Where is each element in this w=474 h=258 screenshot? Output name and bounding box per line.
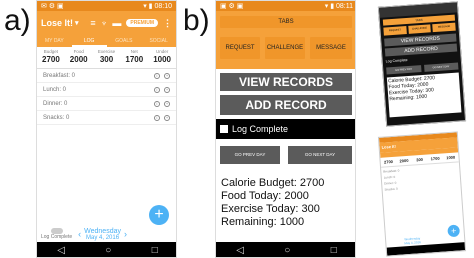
summary-label: Net [130, 49, 138, 54]
go-prev-day-button[interactable]: GO PREV DAY [220, 146, 280, 164]
meal-row-snacks[interactable]: Snacks: 0 i + [37, 111, 176, 125]
app-bar: Lose It! ▾ ≡ ♆ ▬ PREMIUM ⋮ [37, 11, 176, 35]
day-name: Wednesday [84, 227, 121, 235]
back-icon[interactable]: ◁ [236, 245, 244, 256]
log-complete-checkbox[interactable] [220, 125, 228, 133]
request-button[interactable]: REQUEST [220, 37, 260, 59]
filter-icon[interactable]: ≡ [90, 18, 95, 28]
status-bar: ▣ ⚙ ▣ ▾ ▮ 08:11 [216, 1, 355, 11]
summary-label: Food [73, 49, 84, 54]
mini-summary-value: 1000 [446, 154, 456, 161]
calorie-info: Calorie Budget: 2700 Food Today: 2000 Ex… [221, 177, 324, 229]
add-fab-button[interactable]: + [149, 205, 169, 225]
add-icon[interactable]: + [164, 114, 170, 121]
panel-label-a: a) [4, 4, 31, 37]
summary-label: Under [155, 49, 169, 54]
summary-value: 2700 [42, 55, 60, 64]
next-day-icon[interactable]: › [124, 229, 127, 239]
recents-icon[interactable]: □ [152, 245, 158, 256]
status-time: ▾ ▮ 08:11 [324, 3, 353, 10]
summary-value: 300 [99, 55, 114, 64]
status-bar: ✉ ⚙ ▣ ▾ ▮ 08:10 [37, 1, 176, 11]
status-time: ▾ ▮ 08:10 [143, 3, 172, 10]
mini-summary-value: 2000 [399, 157, 409, 164]
notification-icons: ✉ ⚙ ▣ [41, 3, 64, 10]
notification-icons: ▣ ⚙ ▣ [220, 3, 244, 10]
panel-label-b: b) [183, 4, 210, 37]
meal-label: Lunch: 0 [43, 86, 67, 93]
mini-challenge: CHALLENGE [407, 24, 432, 34]
dropdown-icon[interactable]: ▾ [75, 19, 79, 27]
tab-goals[interactable]: GOALS [107, 35, 142, 47]
go-next-day-button[interactable]: GO NEXT DAY [288, 146, 352, 164]
app-title: Lose It! [41, 18, 74, 28]
meal-row-lunch[interactable]: Lunch: 0 i + [37, 83, 176, 97]
message-button[interactable]: MESSAGE [310, 37, 352, 59]
phone-a-screen: ✉ ⚙ ▣ ▾ ▮ 08:10 Lose It! ▾ ≡ ♆ ▬ PREMIUM… [36, 0, 177, 258]
info-icon[interactable]: i [154, 114, 160, 121]
tab-my-day[interactable]: MY DAY [37, 35, 72, 47]
summary-value: 1000 [153, 55, 171, 64]
chat-icon[interactable]: ▬ [112, 18, 121, 28]
tabs-header-button[interactable]: TABS [220, 16, 352, 28]
challenge-button[interactable]: CHALLENGE [265, 37, 305, 59]
back-icon[interactable]: ◁ [57, 245, 65, 256]
view-records-button[interactable]: VIEW RECORDS [220, 73, 352, 91]
tab-social[interactable]: SOCIAL [141, 35, 176, 47]
prev-day-icon[interactable]: ‹ [78, 229, 81, 239]
summary-value: 1700 [125, 55, 144, 64]
mini-request: REQUEST [383, 26, 407, 36]
food-today-text: Food Today: 2000 [221, 190, 309, 202]
phone-b-screen: ▣ ⚙ ▣ ▾ ▮ 08:11 TABS REQUEST CHALLENGE M… [215, 0, 356, 258]
log-complete-label: Log Complete [232, 124, 289, 134]
exercise-today-text: Exercise Today: 300 [221, 203, 320, 215]
meal-label: Dinner: 0 [43, 100, 68, 107]
home-icon[interactable]: ○ [284, 245, 290, 256]
calorie-summary: Budget 2700 Food 2000 Exercise 300 Net 1700 … [37, 47, 176, 69]
trophy-icon[interactable]: ♆ [101, 18, 108, 28]
nav-bar: ◁ ○ □ [37, 242, 176, 257]
info-icon[interactable]: i [154, 100, 160, 107]
log-complete-row[interactable]: Log Complete [216, 119, 355, 139]
add-icon[interactable]: + [164, 86, 170, 93]
mini-next-day: GO NEXT DAY [423, 62, 459, 72]
mini-phone-b: TABS REQUEST CHALLENGE MESSAGE VIEW RECO… [377, 1, 467, 127]
mini-phone-a: Lose It! 2700 2000 300 1700 1000 Breakfa… [377, 131, 467, 257]
add-record-button[interactable]: ADD RECORD [220, 95, 352, 115]
summary-label: Budget [43, 49, 59, 54]
mini-summary-value: 300 [416, 156, 424, 163]
meal-label: Breakfast: 0 [43, 72, 76, 79]
mini-info: Calorie Budget: 2700 Food Today: 2000 Ex… [386, 72, 462, 118]
remaining-text: Remaining: 1000 [221, 216, 305, 228]
recents-icon[interactable]: □ [331, 245, 337, 256]
mini-summary-value: 1700 [430, 155, 440, 162]
mini-fab: + [447, 224, 461, 238]
bottom-date-bar: Log Complete ‹ Wednesday May 4, 2016 › [37, 227, 176, 241]
log-complete-label: Log Complete [41, 234, 73, 240]
summary-label: Exercise [97, 49, 116, 54]
premium-button[interactable]: PREMIUM [126, 19, 158, 27]
home-icon[interactable]: ○ [105, 245, 111, 256]
tab-bar: MY DAY LOG GOALS SOCIAL [37, 35, 176, 47]
mini-message: MESSAGE [432, 22, 456, 33]
meal-row-dinner[interactable]: Dinner: 0 i + [37, 97, 176, 111]
add-icon[interactable]: + [164, 72, 170, 79]
calorie-budget-text: Calorie Budget: 2700 [221, 177, 325, 189]
mini-prev-day: GO PREV DAY [386, 65, 422, 75]
date-text: May 4, 2016 [86, 234, 120, 241]
summary-value: 2000 [69, 55, 88, 64]
meal-row-breakfast[interactable]: Breakfast: 0 i + [37, 69, 176, 83]
info-icon[interactable]: i [154, 72, 160, 79]
add-icon[interactable]: + [164, 100, 170, 107]
tab-log[interactable]: LOG [71, 35, 107, 47]
overflow-menu-icon[interactable]: ⋮ [163, 18, 172, 29]
info-icon[interactable]: i [154, 86, 160, 93]
meal-label: Snacks: 0 [43, 114, 70, 121]
mini-summary-value: 2700 [383, 158, 394, 165]
nav-bar: ◁ ○ □ [216, 242, 355, 257]
